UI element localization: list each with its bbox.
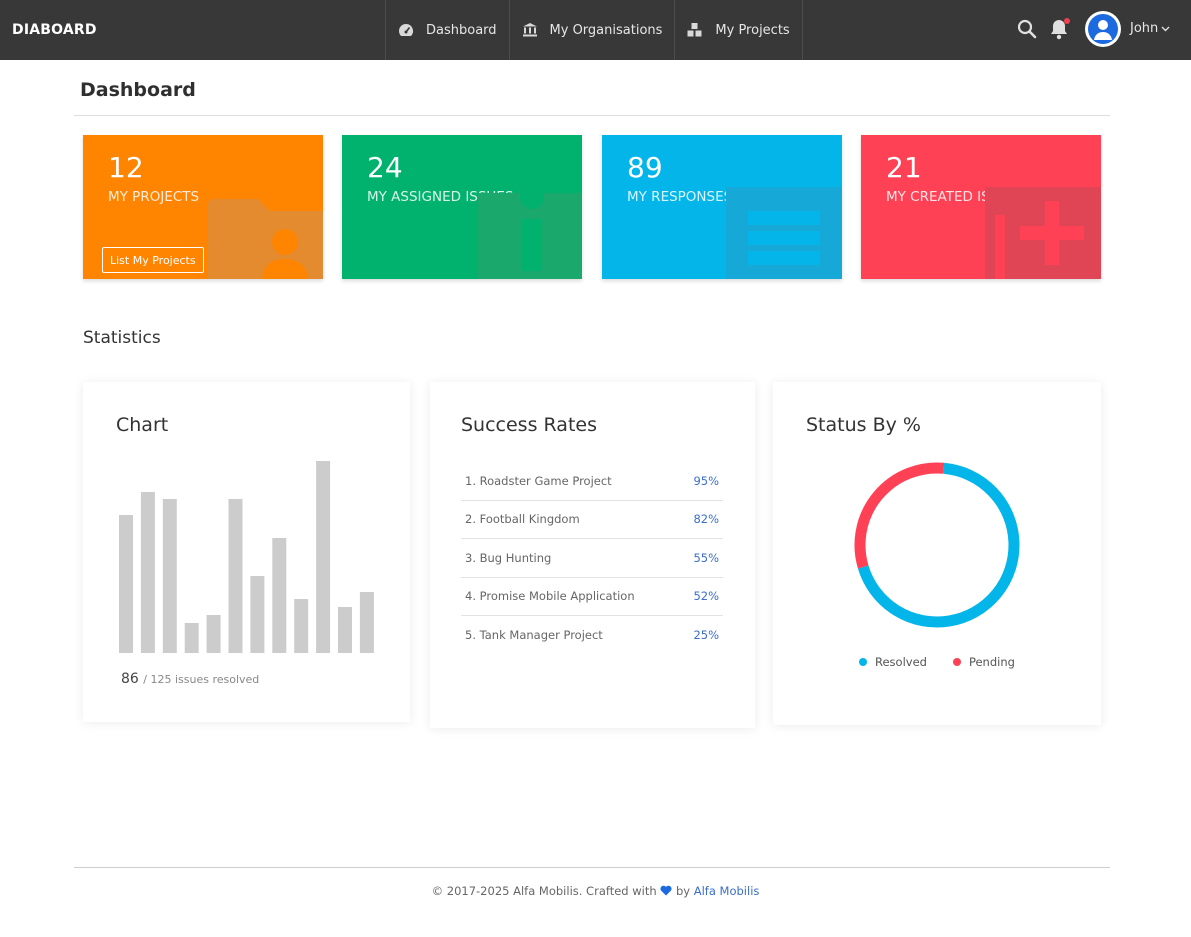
legend-label: Pending [968,655,1015,669]
issues-total-text: / 125 issues resolved [143,673,260,686]
success-rates-list: 1. Roadster Game Project 95% 2. Football… [461,462,723,655]
rate-value: 82% [693,512,719,527]
user-avatar-icon [1088,14,1118,44]
chart-bar [206,615,221,653]
boxes-icon [687,22,703,38]
list-my-projects-button[interactable]: List My Projects [102,247,204,273]
chart-bar [184,623,199,653]
legend-pending: Pending [952,655,1015,669]
rate-project-name: 2. Football Kingdom [465,512,580,527]
chart-card: Chart 86 / 125 issues resolved [83,382,410,722]
donut-slice-pending [854,462,945,569]
tile-my-created-issues: 21 MY CREATED ISSUES [861,135,1101,279]
bank-building-icon [522,22,538,38]
chevron-down-icon [1161,21,1170,36]
avatar[interactable] [1085,11,1121,47]
resolved-dot [859,658,867,666]
notification-dot [1064,18,1070,24]
tile-value: 12 [108,151,144,184]
chart-bar [338,607,352,653]
tile-my-assigned-issues: 24 MY ASSIGNED ISSUES [342,135,582,279]
success-rates-title: Success Rates [461,414,597,436]
tile-value: 24 [367,151,403,184]
tile-label: MY PROJECTS [108,189,200,205]
resolved-count: 86 [121,671,139,687]
tile-my-responses: 89 MY RESPONSES [602,135,842,279]
tile-value: 89 [627,151,663,184]
chart-bar [272,538,287,653]
legend-resolved: Resolved [859,655,927,669]
chart-bar [228,499,243,653]
chart-bar [119,515,133,653]
chart-bar [162,499,177,653]
status-card: Status By % Resolved Pending [773,382,1101,725]
footer-divider [74,867,1110,868]
rate-project-name: 1. Roadster Game Project [465,473,612,488]
brand-logo[interactable]: DIABOARD [12,22,97,38]
rate-value: 55% [693,550,719,565]
info-icon [478,185,582,279]
title-divider [74,115,1110,116]
list-lines-icon [726,187,842,279]
chart-bar [359,592,374,653]
search-icon[interactable] [1017,19,1037,39]
nav-my-projects-label: My Projects [715,22,790,38]
nav-dashboard-label: Dashboard [426,22,497,38]
top-navbar: DIABOARD Dashboard My Organisations My P… [0,0,1191,60]
issues-resolved-summary: 86 / 125 issues resolved [121,671,259,687]
status-legend: Resolved Pending [859,655,1015,669]
rate-project-name: 3. Bug Hunting [465,550,552,565]
status-donut-chart [854,462,1020,628]
footer-link[interactable]: Alfa Mobilis [694,884,760,898]
list-item: 4. Promise Mobile Application 52% [461,578,723,616]
folder-user-icon [208,199,323,279]
nav-my-organisations[interactable]: My Organisations [510,0,676,60]
footer-by: by [675,884,691,898]
chart-bar [294,599,309,653]
tile-value: 21 [886,151,922,184]
list-item: 3. Bug Hunting 55% [461,539,723,578]
rate-project-name: 4. Promise Mobile Application [465,589,635,604]
main-nav: Dashboard My Organisations My Projects [385,0,803,60]
dashboard-gauge-icon [398,22,414,38]
user-menu[interactable]: John [1130,21,1170,36]
rate-value: 95% [693,473,719,488]
nav-dashboard[interactable]: Dashboard [386,0,510,60]
list-item: 2. Football Kingdom 82% [461,501,723,539]
user-name: John [1130,21,1159,36]
footer: © 2017-2025 Alfa Mobilis. Crafted with b… [0,884,1191,898]
list-item: 1. Roadster Game Project 95% [461,462,723,501]
tile-label: MY RESPONSES [627,189,733,205]
chart-bar [250,576,265,653]
rate-value: 25% [693,628,719,643]
statistics-title: Statistics [83,328,161,348]
chart-bar [316,461,331,653]
nav-my-projects[interactable]: My Projects [675,0,803,60]
success-rates-card: Success Rates 1. Roadster Game Project 9… [430,382,755,728]
rate-project-name: 5. Tank Manager Project [465,628,603,643]
heart-icon [660,884,676,898]
rate-value: 52% [693,589,719,604]
list-item: 5. Tank Manager Project 25% [461,616,723,655]
chart-bar [140,492,155,653]
footer-text: © 2017-2025 Alfa Mobilis. Crafted with [431,884,657,898]
page-title: Dashboard [80,79,196,101]
tile-my-projects: 12 MY PROJECTS List My Projects [83,135,323,279]
nav-my-organisations-label: My Organisations [549,22,663,38]
exclamation-plus-icon [985,187,1101,279]
legend-label: Resolved [875,655,927,669]
bell-icon[interactable] [1049,18,1070,40]
pending-dot [952,658,961,666]
